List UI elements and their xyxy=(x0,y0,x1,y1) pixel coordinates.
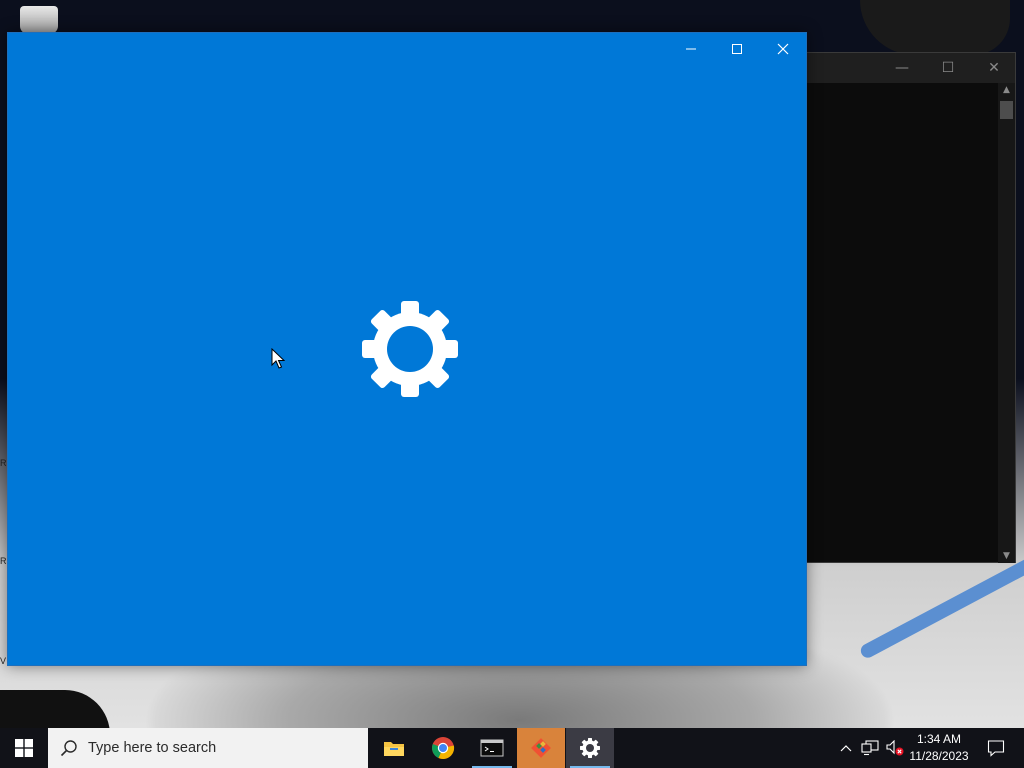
terminal-icon xyxy=(480,739,504,757)
wallpaper-controller-shape xyxy=(860,0,1010,55)
taskbar-file-explorer[interactable] xyxy=(370,728,418,768)
network-tray-button[interactable] xyxy=(858,728,882,768)
close-icon xyxy=(777,43,789,55)
volume-muted-icon xyxy=(886,740,904,756)
taskbar-git[interactable] xyxy=(517,728,565,768)
console-window[interactable]: — ☐ ✕ ▲ ▼ xyxy=(800,52,1016,563)
folder-icon xyxy=(384,742,404,756)
console-maximize-button[interactable]: ☐ xyxy=(925,53,971,83)
minimize-icon xyxy=(686,48,696,50)
maximize-icon xyxy=(732,44,742,54)
recycle-bin-icon[interactable] xyxy=(20,6,58,34)
action-center-button[interactable] xyxy=(976,728,1016,768)
wallpaper-shape xyxy=(0,690,110,728)
console-close-button[interactable]: ✕ xyxy=(971,53,1017,83)
git-icon xyxy=(531,738,551,758)
maximize-button[interactable] xyxy=(714,33,760,65)
console-scrollbar[interactable]: ▲ ▼ xyxy=(998,83,1015,563)
taskbar: Type here to search 1:34 AM 11/28/2023 xyxy=(0,728,1024,768)
show-hidden-icons-button[interactable] xyxy=(836,728,856,768)
network-icon xyxy=(861,740,879,756)
close-button[interactable] xyxy=(760,33,806,65)
settings-window[interactable] xyxy=(7,32,807,666)
scrollbar-thumb[interactable] xyxy=(1000,101,1013,119)
taskbar-settings[interactable] xyxy=(566,728,614,768)
console-minimize-button[interactable]: — xyxy=(879,53,925,83)
taskbar-clock[interactable]: 1:34 AM 11/28/2023 xyxy=(904,728,974,768)
scroll-down-icon[interactable]: ▼ xyxy=(998,549,1015,563)
console-titlebar[interactable]: — ☐ ✕ xyxy=(801,53,1015,83)
search-placeholder[interactable]: Type here to search xyxy=(88,728,216,768)
chrome-icon xyxy=(432,737,455,760)
taskbar-chrome[interactable] xyxy=(419,728,467,768)
search-icon xyxy=(60,740,77,757)
gear-icon xyxy=(580,738,600,758)
chevron-up-icon xyxy=(840,745,852,752)
clock-date: 11/28/2023 xyxy=(909,749,969,763)
volume-tray-button[interactable] xyxy=(884,728,906,768)
notification-icon xyxy=(987,740,1005,757)
clock-time: 1:34 AM xyxy=(916,732,962,746)
search-box[interactable]: Type here to search xyxy=(48,728,368,768)
gear-icon xyxy=(362,301,458,397)
mouse-cursor-icon xyxy=(271,348,285,369)
minimize-button[interactable] xyxy=(668,33,714,65)
start-button[interactable] xyxy=(0,728,48,768)
scroll-up-icon[interactable]: ▲ xyxy=(998,83,1015,97)
taskbar-command-prompt[interactable] xyxy=(468,728,516,768)
wallpaper-stripe xyxy=(858,553,1024,661)
windows-logo-icon xyxy=(15,739,33,757)
